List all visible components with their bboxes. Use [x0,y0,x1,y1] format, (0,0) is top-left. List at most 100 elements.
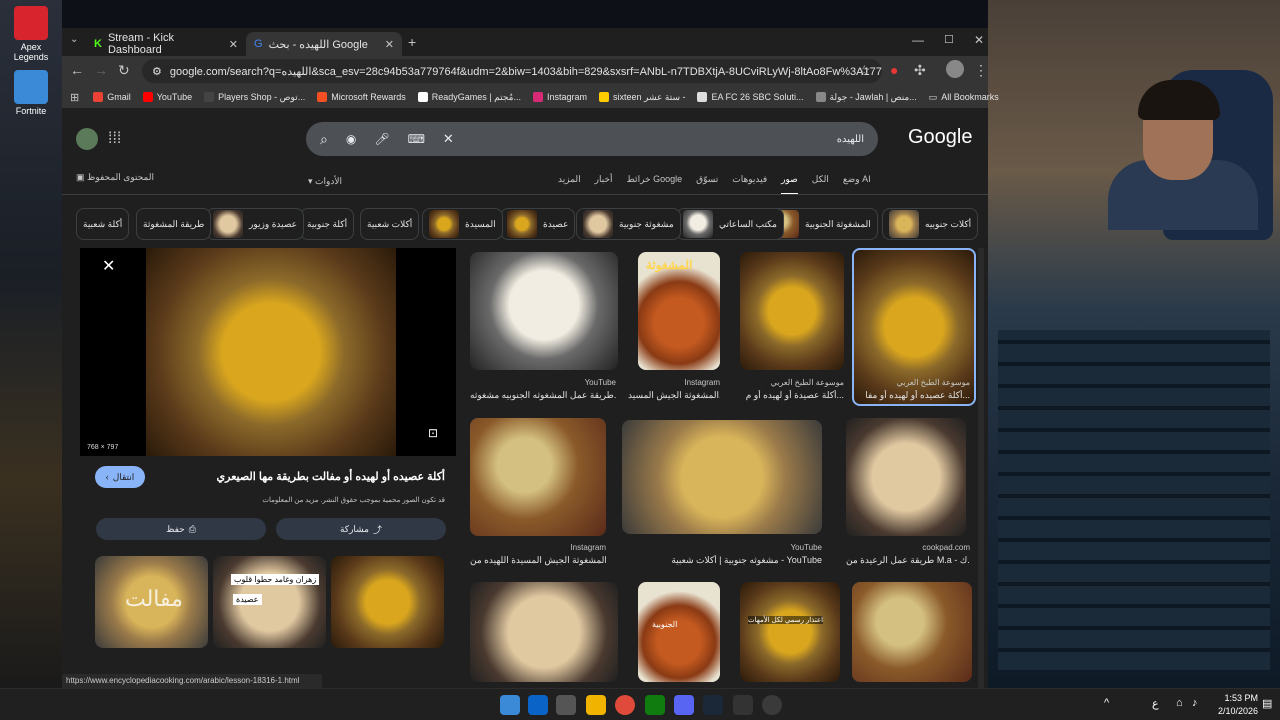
app-icon[interactable] [762,695,782,715]
result-image[interactable] [470,252,618,370]
related-image[interactable] [331,556,444,648]
bookmark-sixteen[interactable]: sixteen ستة عشر - [593,92,691,103]
tab-maps[interactable]: خرائط Google [627,174,683,195]
tab-videos[interactable]: فيديوهات [732,174,767,195]
result-image[interactable] [622,420,822,534]
chip[interactable]: أكلات جنوبيه [882,208,979,240]
result-caption[interactable]: طريقة عمل المشغوثه الجنوبيه مشغوثه... [470,390,616,401]
close-preview-icon[interactable]: ✕ [102,256,115,276]
search-icon[interactable]: ⌕ [320,131,328,148]
result-image[interactable] [846,418,966,536]
address-bar[interactable]: ⚙ google.com/search?q=اللهيده&sca_esv=28… [142,59,882,83]
window-close-icon[interactable]: ✕ [974,33,984,47]
chip[interactable]: المسيدة [422,208,503,240]
tab-shopping[interactable]: تسوّق [696,174,718,195]
minimize-icon[interactable]: — [912,33,924,47]
saved-content-link[interactable]: ▣ المحتوى المحفوظ [76,172,154,183]
bookmark-readygames[interactable]: ReadyGames | مُجتم... [412,92,527,103]
tab-google[interactable]: G اللهيده - بحث Google ✕ [246,32,402,56]
steam-icon[interactable] [703,695,723,715]
profile-avatar[interactable] [946,60,964,78]
google-apps-icon[interactable]: ⁞⁞⁞ [108,130,121,148]
bookmark-star-icon[interactable]: ☆ [858,62,871,79]
page-scrollbar[interactable] [978,248,984,688]
language-indicator[interactable]: ع [1152,697,1159,710]
obs-icon[interactable] [733,695,753,715]
chip[interactable]: عصيدة وزيور [206,208,305,240]
store-icon[interactable] [556,695,576,715]
tab-kick[interactable]: K Stream - Kick Dashboard ✕ [86,32,246,56]
forward-icon[interactable]: → [94,62,108,78]
tools-button[interactable]: ▾ الأدوات [308,176,342,187]
chip[interactable]: أكلات شعبية [360,208,420,240]
clock[interactable]: 1:53 PM 2/10/2026 [1212,692,1258,718]
extension-icon[interactable]: ● [890,62,898,78]
apps-icon[interactable]: ⊞ [62,91,87,104]
result-caption[interactable]: المشغوثة الجيش المسيدة اللهيده من... [470,555,606,566]
tab-news[interactable]: أخبار [595,174,613,195]
tab-more[interactable]: المزيد [558,174,581,195]
tab-images[interactable]: صور [781,174,798,195]
close-tab-icon[interactable]: ✕ [385,38,394,51]
chip[interactable]: مكتب الساعاتي [676,208,784,240]
tab-ai-mode[interactable]: وضع AI [843,174,871,195]
all-bookmarks[interactable]: ▭ All Bookmarks [923,92,1005,103]
back-icon[interactable]: ← [70,62,84,78]
google-logo[interactable]: Google [908,126,973,149]
close-tab-icon[interactable]: ✕ [229,38,238,51]
file-explorer-icon[interactable] [586,695,606,715]
menu-icon[interactable]: ⋮ [974,62,988,79]
network-icon[interactable]: ⌂ [1176,697,1183,709]
related-image[interactable]: زهران وغامد حطوا قلوب عصيدة [213,556,326,648]
xbox-icon[interactable] [645,695,665,715]
volume-icon[interactable]: ♪ [1192,697,1198,709]
result-image[interactable] [470,418,606,536]
preview-image[interactable] [146,248,396,456]
tray-chevron-icon[interactable]: ^ [1104,697,1109,709]
share-button[interactable]: مشاركة ⤴ [276,518,446,540]
tab-search-icon[interactable]: ⌄ [70,34,78,45]
chip[interactable]: أكلة شعبية [76,208,130,240]
desktop-icon-fortnite[interactable]: Fortnite [6,70,56,116]
bookmark-ea-fc[interactable]: EA FC 26 SBC Soluti... [691,92,809,102]
search-box[interactable]: ⌕ ◉ 🎤︎ ⌨ ✕ اللهيده [306,122,878,156]
chip[interactable]: عصيدة [500,208,576,240]
clear-search-icon[interactable]: ✕ [443,131,454,147]
site-info-icon[interactable]: ⚙ [152,65,162,78]
lens-search-icon[interactable]: ⊡ [428,426,438,440]
reload-icon[interactable]: ↻ [118,62,130,79]
result-image[interactable] [470,582,618,682]
bookmark-instagram[interactable]: Instagram [527,92,593,102]
copyright-notice[interactable]: قد تكون الصور محمية بموجب حقوق النشر. مز… [160,496,445,504]
bookmark-youtube[interactable]: YouTube [137,92,198,102]
result-caption[interactable]: مشغوثه جنوبية | أكلات شعبية - YouTube [622,555,822,566]
bookmark-gmail[interactable]: Gmail [87,92,137,102]
tab-all[interactable]: الكل [812,174,829,195]
discord-icon[interactable] [674,695,694,715]
notification-icon[interactable]: ▤ [1262,697,1272,710]
desktop-icon-apex[interactable]: Apex Legends [6,6,56,62]
result-caption[interactable]: المشغوثة الجيش المسيد... [628,390,720,401]
result-image[interactable] [852,582,972,682]
chip[interactable]: مشغوثة جنوبية [576,208,681,240]
result-image[interactable]: اعتذار رسمي لكل الأمهات [740,582,840,682]
result-image[interactable]: المشغوثة [638,252,720,370]
chrome-icon[interactable] [615,695,635,715]
result-image[interactable] [740,252,844,370]
related-image[interactable]: مفالت [95,556,208,648]
bookmark-players-shop[interactable]: Players Shop - توص... [198,92,311,103]
new-tab-icon[interactable]: + [408,34,416,50]
save-button[interactable]: حفظ ⎙ [96,518,266,540]
bookmark-microsoft-rewards[interactable]: Microsoft Rewards [311,92,412,102]
chip[interactable]: طريقة المشغوثة [136,208,212,240]
result-caption[interactable]: أكلة عصيدة أو لهيده أو م... [740,390,844,401]
bookmark-jawlah[interactable]: جولة - Jawlah | منص... [810,92,923,103]
extensions-puzzle-icon[interactable]: ✣ [914,62,926,79]
result-image[interactable]: الجنوبية [638,582,720,682]
account-avatar[interactable] [76,128,98,150]
result-caption[interactable]: أكلة عصيده أو لهيده أو مفا... [852,390,970,401]
maximize-icon[interactable]: ☐ [944,33,954,46]
start-icon[interactable] [500,695,520,715]
keyboard-icon[interactable]: ⌨ [408,132,425,146]
lens-icon[interactable]: ◉ [346,132,356,146]
